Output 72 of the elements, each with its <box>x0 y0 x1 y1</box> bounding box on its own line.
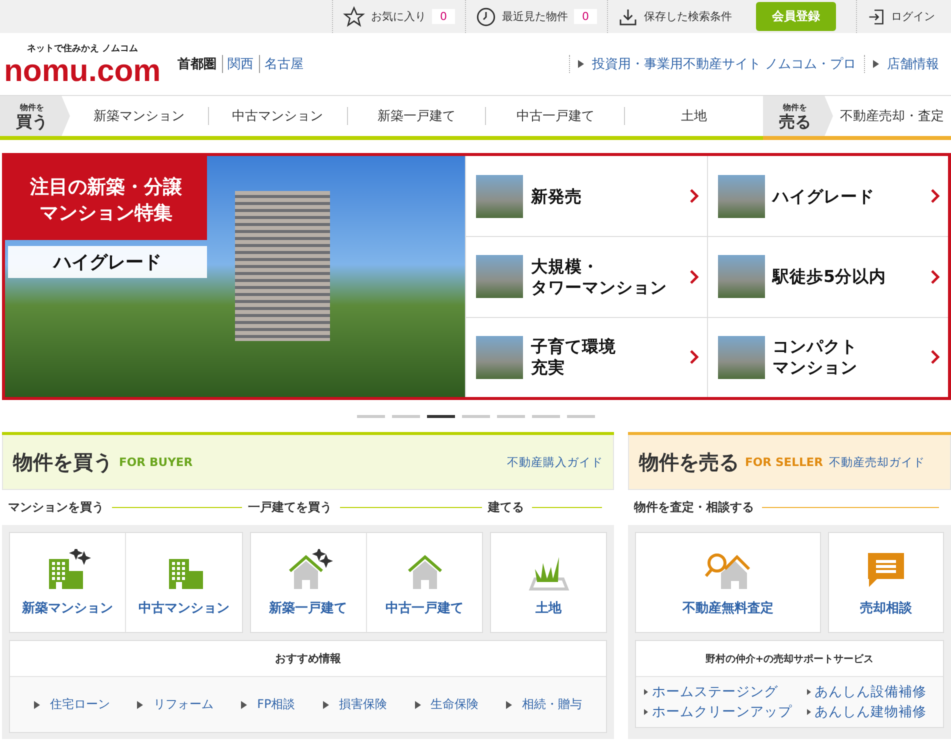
support-link[interactable]: ホームステージング <box>644 683 800 701</box>
buy-tag: 物件を 買う <box>0 96 70 136</box>
nav-link[interactable]: 新築一戸建て <box>346 107 486 125</box>
info-link[interactable]: 住宅ローン <box>34 696 110 713</box>
sell-tag: 物件を 売る <box>763 96 833 136</box>
thumbnail-placeholder <box>476 174 523 218</box>
section-subtitle: FOR SELLER <box>745 455 823 469</box>
guide-link[interactable]: 不動産売却ガイド <box>829 454 925 470</box>
logo-tagline: ネットで住みかえ ノムコム <box>26 42 138 54</box>
recent-count: 0 <box>574 9 597 24</box>
category-card[interactable]: 新築マンション <box>10 533 126 632</box>
favorites-link[interactable]: お気に入り 0 <box>332 0 465 33</box>
category-card[interactable]: 中古一戸建て <box>366 533 482 632</box>
info-link[interactable]: 損害保険 <box>322 696 387 713</box>
nav-link[interactable]: 中古マンション <box>208 107 347 125</box>
region-link[interactable]: 名古屋 <box>258 55 309 73</box>
chevron-icon <box>688 349 698 366</box>
support-link[interactable]: あんしん建物補修 <box>806 703 935 721</box>
recent-link[interactable]: 最近見た物件 0 <box>465 0 607 33</box>
login-link[interactable]: ログイン <box>856 0 951 33</box>
banner-title: 注目の新築・分譲 マンション特集 <box>5 156 207 240</box>
header-link[interactable]: 店舗情報 <box>864 55 947 73</box>
login-icon <box>867 8 885 26</box>
chevron-icon <box>930 268 940 285</box>
nav-link[interactable]: 中古一戸建て <box>485 107 624 125</box>
region-link[interactable]: 関西 <box>222 55 259 73</box>
section-title: 物件を買う <box>13 448 113 476</box>
category-card[interactable]: 新築一戸建て <box>250 533 366 632</box>
info-link[interactable]: 生命保険 <box>414 696 479 713</box>
clock-icon <box>476 6 496 26</box>
section-subtitle: FOR BUYER <box>119 455 193 469</box>
chevron-icon <box>688 268 698 285</box>
chevron-icon <box>930 188 940 204</box>
feature-tile[interactable]: 駅徒歩5分以内 <box>706 236 948 317</box>
feature-tile[interactable]: 大規模・ タワーマンション <box>465 236 706 317</box>
category-card[interactable]: 中古マンション <box>125 533 242 632</box>
info-link[interactable]: 相続・贈与 <box>506 696 582 713</box>
info-link[interactable]: リフォーム <box>137 696 214 713</box>
nav-link[interactable]: 新築マンション <box>70 107 208 125</box>
header-link[interactable]: 投資用・事業用不動産サイト ノムコム・プロ <box>568 55 864 73</box>
feature-tile[interactable]: 新発売 <box>465 156 706 236</box>
thumbnail-placeholder <box>718 174 764 218</box>
chevron-icon <box>930 349 940 366</box>
category-card[interactable]: 不動産無料査定 <box>636 533 820 632</box>
saved-search-link[interactable]: 保存した検索条件 <box>607 0 742 33</box>
support-link[interactable]: あんしん設備補修 <box>806 683 935 701</box>
star-icon <box>343 6 365 28</box>
thumbnail-placeholder <box>718 255 764 298</box>
thumbnail-placeholder <box>718 336 764 379</box>
support-link[interactable]: ホームクリーンアップ <box>644 703 800 721</box>
feature-tile[interactable]: 子育て環境 充実 <box>465 316 706 397</box>
section-title: 物件を売る <box>639 448 739 476</box>
guide-link[interactable]: 不動産購入ガイド <box>507 454 603 470</box>
favorites-count: 0 <box>432 9 455 24</box>
group-label: 一戸建てを買う <box>248 499 332 516</box>
nav-link[interactable]: 不動産売却・査定 <box>833 107 951 125</box>
thumbnail-placeholder <box>476 255 523 298</box>
logo[interactable]: nomu.com <box>4 54 161 86</box>
group-label: 物件を査定・相談する <box>634 499 754 516</box>
info-link[interactable]: FP相談 <box>241 696 296 713</box>
region-link[interactable]: 首都圏 <box>172 55 222 73</box>
photo-placeholder[interactable]: 注目の新築・分譲 マンション特集 ハイグレード <box>5 156 465 397</box>
category-card[interactable]: 売却相談 <box>829 533 943 632</box>
category-card[interactable]: 土地 <box>491 533 606 632</box>
feature-tile[interactable]: コンパクト マンション <box>706 316 948 397</box>
group-label: 建てる <box>488 499 524 516</box>
feature-tile[interactable]: ハイグレード <box>706 156 948 236</box>
chevron-icon <box>688 188 698 204</box>
thumbnail-placeholder <box>476 336 523 379</box>
download-icon <box>618 6 638 26</box>
banner-subtitle: ハイグレード <box>8 246 207 278</box>
group-label: マンションを買う <box>8 499 104 516</box>
